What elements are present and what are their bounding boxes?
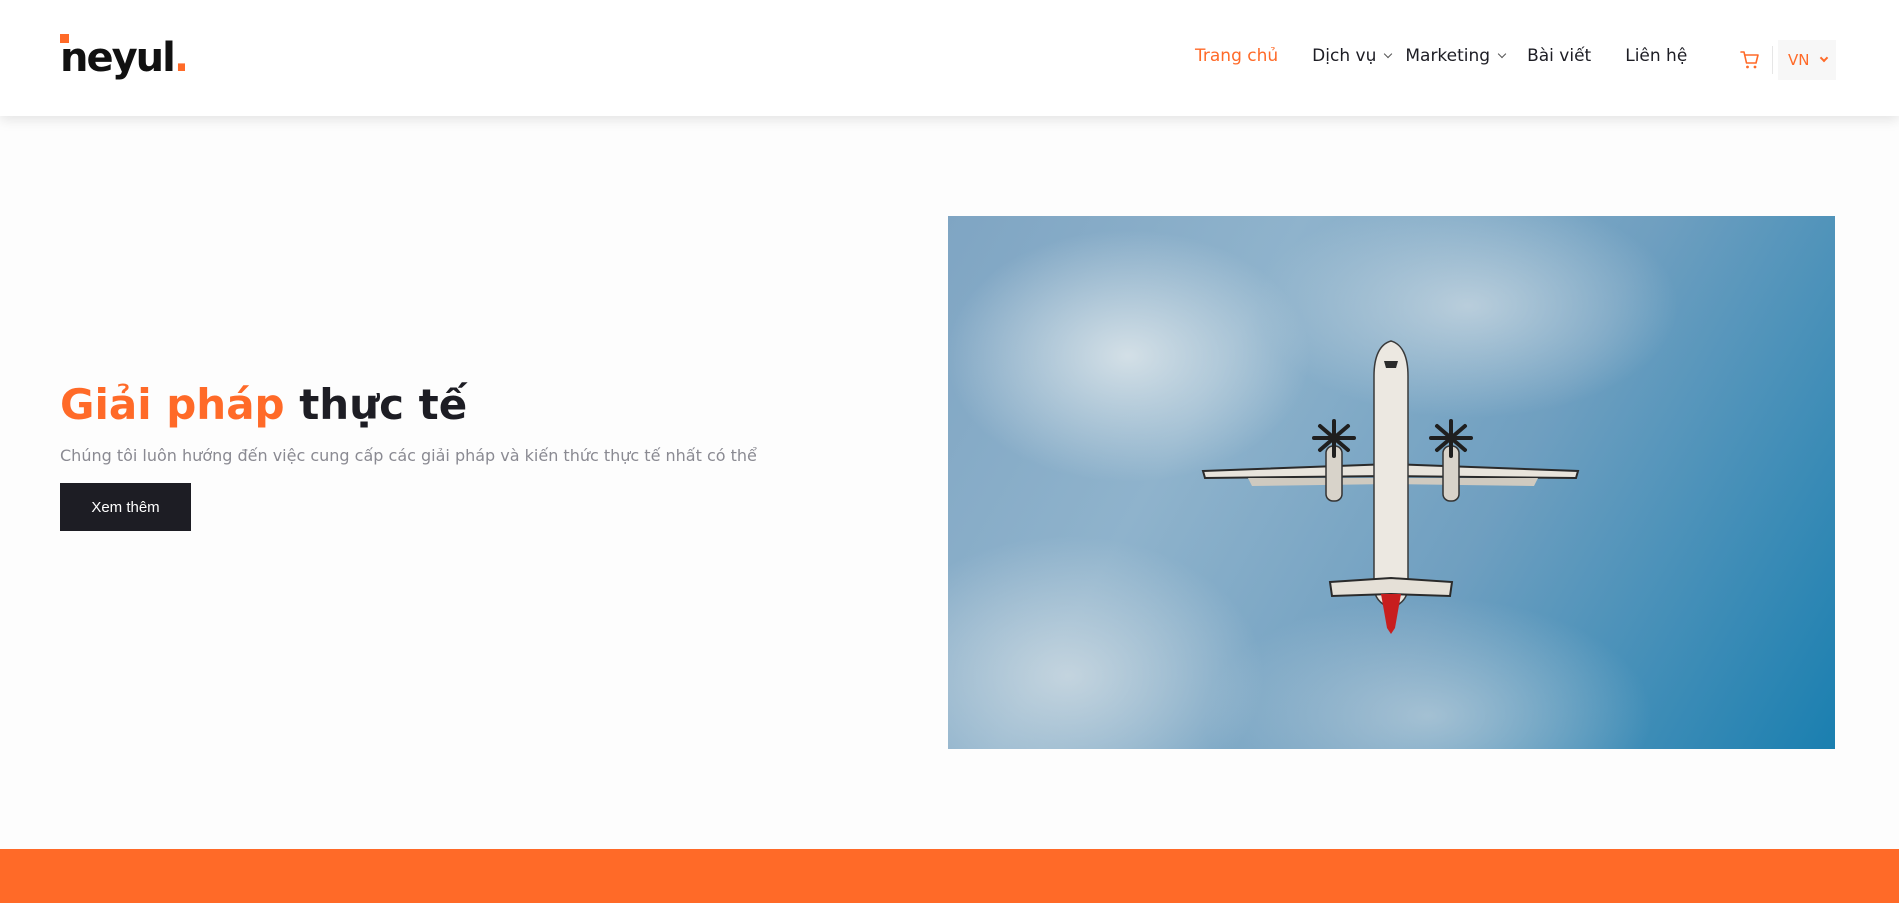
nav-item-label: Dịch vụ: [1312, 46, 1377, 66]
hero-title: Giải pháp thực tế: [60, 380, 467, 430]
nav-item-home[interactable]: Trang chủ: [1195, 46, 1278, 66]
main-nav: Trang chủ Dịch vụ Marketing Bài viết Liê…: [1195, 46, 1721, 66]
chevron-down-icon: [1820, 53, 1829, 63]
site-header: neyul. Trang chủ Dịch vụ Marketing Bài v…: [0, 0, 1899, 116]
nav-item-marketing[interactable]: Marketing: [1405, 46, 1507, 66]
hero-subtitle: Chúng tôi luôn hướng đến việc cung cấp c…: [60, 446, 757, 465]
see-more-button[interactable]: Xem thêm: [60, 483, 191, 531]
logo-dot: .: [173, 35, 189, 81]
hero-title-rest: thực tế: [284, 380, 468, 429]
logo-text: neyul: [60, 34, 176, 81]
footer-band: [0, 849, 1899, 903]
brand-logo[interactable]: neyul.: [60, 34, 189, 81]
hero-title-accent: Giải pháp: [60, 380, 285, 429]
hero-airplane-image: [948, 216, 1835, 749]
cart-icon[interactable]: [1740, 50, 1760, 70]
chevron-down-icon: [1497, 49, 1507, 59]
nav-item-label: Marketing: [1405, 46, 1491, 66]
header-divider: [1772, 46, 1773, 74]
nav-item-label: Liên hệ: [1625, 46, 1688, 66]
nav-item-contact[interactable]: Liên hệ: [1625, 46, 1687, 66]
nav-item-label: Bài viết: [1527, 46, 1592, 66]
nav-item-label: Trang chủ: [1195, 46, 1279, 66]
nav-item-services[interactable]: Dịch vụ: [1312, 46, 1393, 66]
nav-item-articles[interactable]: Bài viết: [1527, 46, 1591, 66]
chevron-down-icon: [1384, 49, 1393, 59]
language-selector[interactable]: VN: [1778, 40, 1836, 80]
language-label: VN: [1788, 51, 1810, 69]
